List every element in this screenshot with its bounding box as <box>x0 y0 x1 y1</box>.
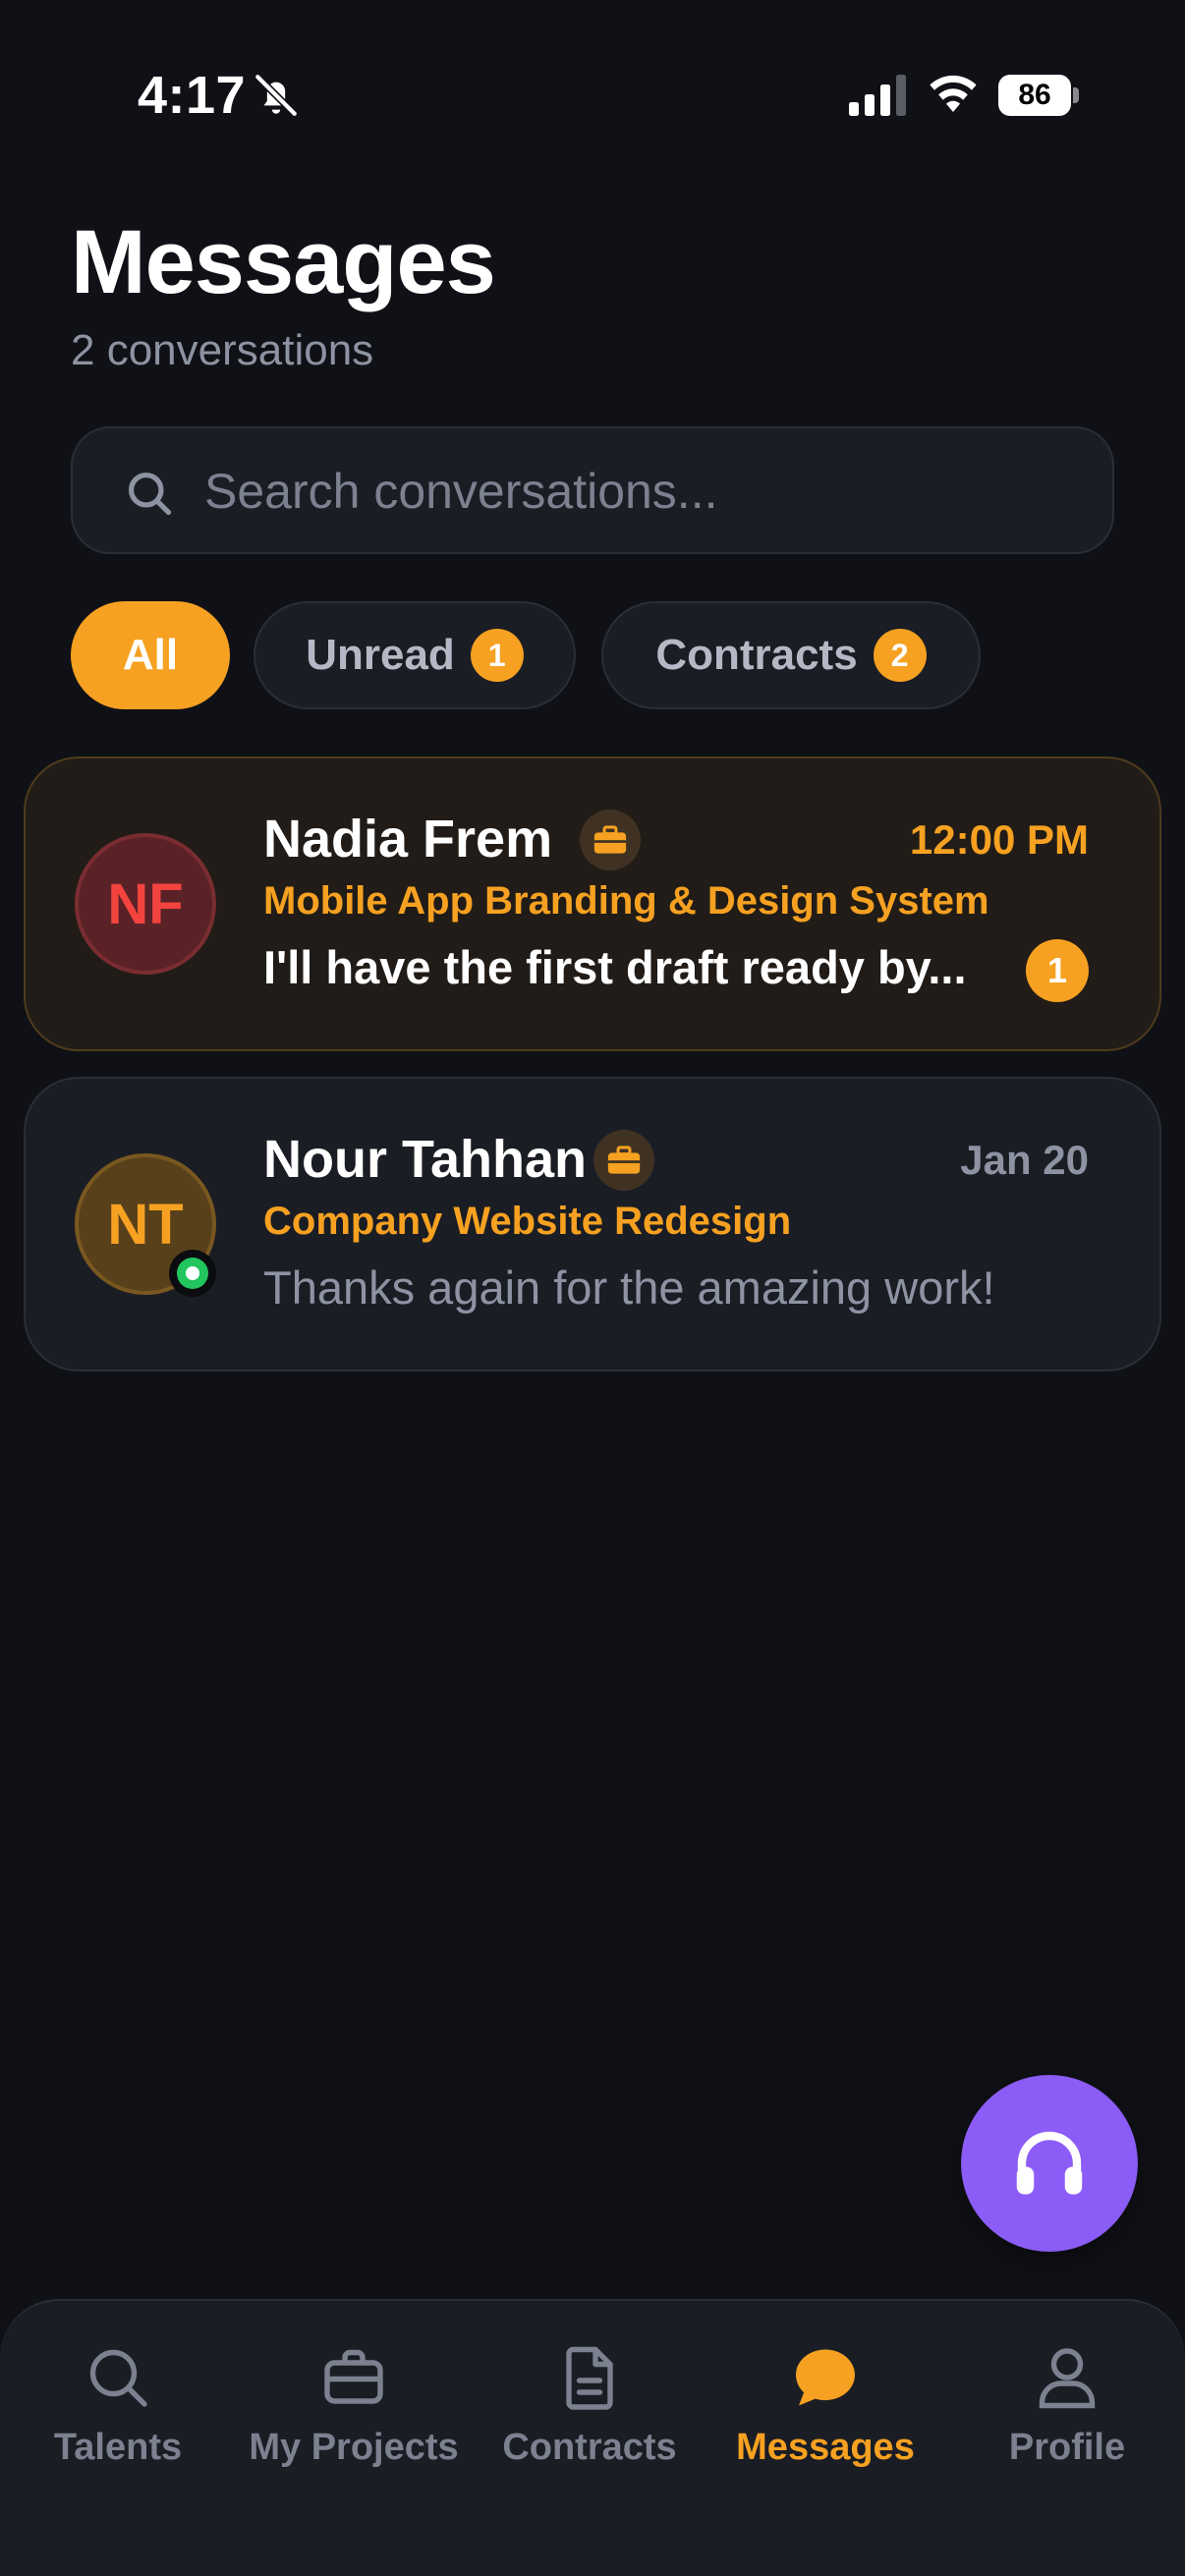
filter-chip-label: Contracts <box>655 631 858 679</box>
headphones-icon <box>1016 2131 1083 2195</box>
page-title: Messages <box>71 212 496 312</box>
conversation-item[interactable]: NT Nour Tahhan Jan 20 Company Website Re… <box>24 1077 1161 1372</box>
cellular-signal-icon <box>849 75 906 116</box>
contact-name: Nadia Frem <box>263 810 553 868</box>
tab-contracts[interactable]: Contracts <box>472 2342 707 2499</box>
tab-my-projects[interactable]: My Projects <box>236 2342 472 2499</box>
user-icon <box>1039 2348 1096 2409</box>
wifi-icon <box>930 75 977 112</box>
status-bar: 4:17 86 <box>0 0 1185 187</box>
bell-slash-icon <box>254 73 299 118</box>
search-icon <box>89 2349 147 2407</box>
filter-chip-contracts[interactable]: Contracts 2 <box>601 601 981 709</box>
message-preview: I'll have the first draft ready by... <box>263 941 967 993</box>
filter-chip-label: Unread <box>306 631 455 679</box>
messages-screen: 4:17 86 Messages 2 conversations Search … <box>0 0 1185 2576</box>
battery-level: 86 <box>998 75 1071 116</box>
tab-label: My Projects <box>249 2427 459 2468</box>
chat-bubble-icon <box>796 2349 855 2406</box>
bottom-tab-bar: Talents My Projects Contracts Messages P… <box>0 2299 1185 2576</box>
unread-count-badge: 1 <box>470 629 524 682</box>
project-name: Mobile App Branding & Design System <box>263 879 989 923</box>
contact-name: Nour Tahhan <box>263 1130 587 1189</box>
briefcase-icon <box>593 825 627 854</box>
tab-label: Profile <box>1008 2427 1126 2468</box>
support-button[interactable] <box>961 2075 1138 2252</box>
conversation-count: 2 conversations <box>71 326 374 374</box>
message-preview: Thanks again for the amazing work! <box>263 1261 995 1314</box>
filter-chip-unread[interactable]: Unread 1 <box>254 601 576 709</box>
contracts-count-badge: 2 <box>873 629 927 682</box>
conversation-item[interactable]: NF Nadia Frem 12:00 PM Mobile App Brandi… <box>24 756 1161 1051</box>
tab-messages[interactable]: Messages <box>707 2342 943 2499</box>
battery-indicator: 86 <box>998 75 1079 116</box>
filter-chip-all[interactable]: All <box>71 601 230 709</box>
contract-badge <box>580 810 641 870</box>
briefcase-icon <box>607 1146 641 1174</box>
tab-label: Talents <box>53 2427 183 2468</box>
message-time: 12:00 PM <box>909 816 1089 863</box>
online-status-indicator <box>169 1250 216 1297</box>
contract-badge <box>593 1130 654 1191</box>
filter-chip-label: All <box>122 631 179 679</box>
tab-profile[interactable]: Profile <box>949 2342 1185 2499</box>
briefcase-icon <box>324 2349 383 2404</box>
project-name: Company Website Redesign <box>263 1200 792 1243</box>
search-icon <box>128 472 172 516</box>
status-time: 4:17 <box>138 66 247 125</box>
tab-label: Contracts <box>502 2427 677 2468</box>
search-input[interactable] <box>204 450 1069 532</box>
document-icon <box>566 2346 613 2410</box>
tab-label: Messages <box>736 2427 915 2468</box>
unread-badge: 1 <box>1026 939 1089 1002</box>
message-time: Jan 20 <box>960 1137 1089 1183</box>
avatar: NF <box>75 833 216 975</box>
search-bar[interactable] <box>71 426 1114 554</box>
battery-tip <box>1073 87 1079 103</box>
tab-talents[interactable]: Talents <box>0 2342 236 2499</box>
